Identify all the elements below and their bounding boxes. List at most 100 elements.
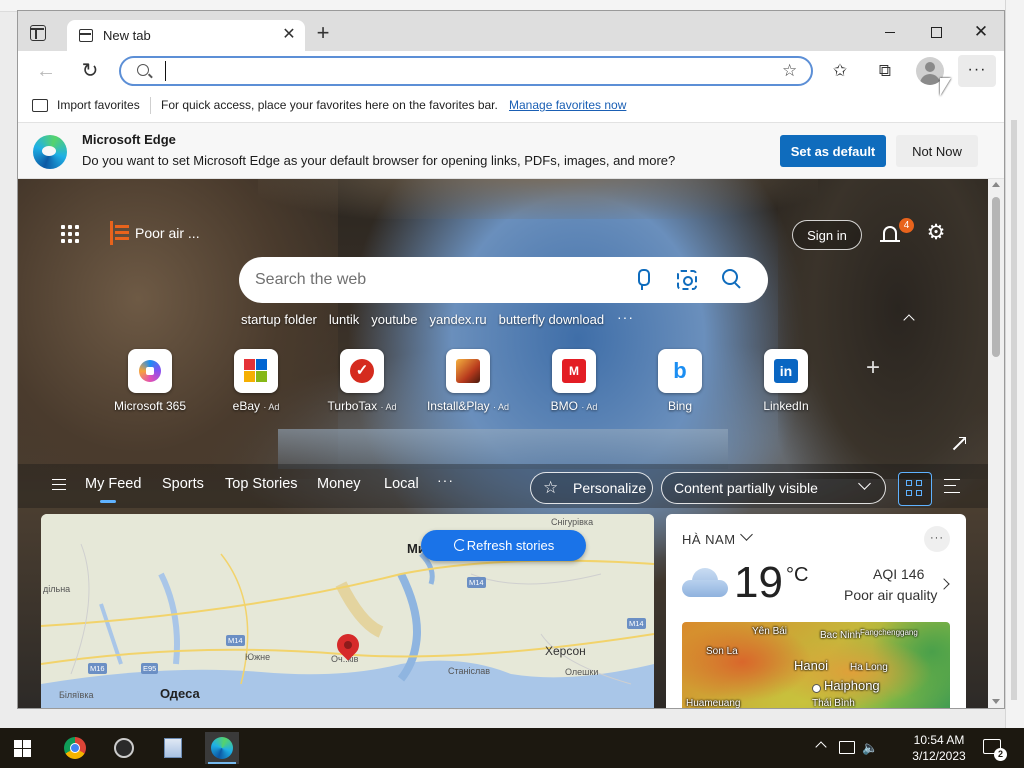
more-recent-searches-icon[interactable]: ···: [617, 309, 634, 325]
tab-new-tab[interactable]: New tab ✕: [67, 20, 305, 51]
microphone-icon[interactable]: [634, 269, 652, 291]
weather-map[interactable]: Yên Bái Bac Ninh Fangchenggang Son La Ha…: [682, 622, 950, 709]
favorites-icon[interactable]: ✩: [828, 59, 852, 83]
chevron-right-icon[interactable]: [938, 578, 950, 590]
settings-more-icon[interactable]: ···: [958, 55, 996, 87]
quick-link-label: LinkedIn: [763, 399, 809, 413]
minimize-icon[interactable]: [875, 21, 905, 43]
manage-favorites-link[interactable]: Manage favorites now: [509, 98, 626, 112]
recent-search-item[interactable]: butterfly download: [499, 312, 605, 332]
system-clock[interactable]: 10:54 AM 3/12/2023: [908, 732, 970, 764]
quick-link-label: Install&Play: [426, 399, 490, 413]
weather-map-label: Bac Ninh: [820, 630, 861, 641]
temperature: 19: [734, 558, 783, 607]
feed-navigation: My Feed Sports Top Stories Money Local ·…: [18, 464, 988, 508]
tab-sports[interactable]: Sports: [162, 476, 204, 492]
volume-icon[interactable]: 🔈: [862, 740, 878, 756]
weather-map-label: Son La: [706, 646, 738, 657]
quick-link-bmo[interactable]: M BMO · Ad: [524, 349, 624, 413]
import-favorites-icon[interactable]: [32, 99, 48, 112]
ad-badge: · Ad: [263, 402, 280, 412]
more-tabs-icon[interactable]: ···: [437, 472, 454, 488]
recent-search-item[interactable]: youtube: [371, 312, 417, 332]
expand-background-icon[interactable]: [951, 437, 966, 451]
web-search-input[interactable]: [255, 269, 615, 291]
weather-map-label: Fangchenggang: [860, 628, 918, 637]
refresh-stories-label: Refresh stories: [466, 538, 555, 553]
content-visibility-dropdown[interactable]: Content partially visible: [661, 472, 886, 504]
app-launcher-icon[interactable]: [61, 225, 79, 243]
file-explorer-icon[interactable]: [156, 732, 190, 764]
weather-location[interactable]: HÀ NAM: [682, 532, 736, 547]
chrome-icon[interactable]: [58, 732, 92, 764]
list-layout-icon[interactable]: [944, 479, 960, 493]
search-icon[interactable]: [722, 269, 742, 289]
close-window-icon[interactable]: ✕: [966, 21, 996, 43]
refresh-stories-button[interactable]: Refresh stories: [421, 530, 586, 561]
infobar-title: Microsoft Edge: [82, 132, 176, 147]
quick-link-install-play[interactable]: Install&Play · Ad: [418, 349, 518, 413]
grid-layout-icon[interactable]: [898, 472, 932, 506]
quick-link-microsoft-365[interactable]: Microsoft 365: [100, 349, 200, 413]
obs-icon[interactable]: [107, 732, 141, 764]
quick-link-linkedin[interactable]: in LinkedIn: [736, 349, 836, 413]
new-tab-plus-icon[interactable]: +: [312, 22, 334, 45]
tab-actions-icon[interactable]: [30, 25, 46, 41]
tab-top-stories[interactable]: Top Stories: [225, 476, 298, 492]
scroll-down-icon[interactable]: [992, 699, 1000, 704]
address-bar[interactable]: ☆: [119, 56, 813, 86]
quick-link-ebay[interactable]: eBay · Ad: [206, 349, 306, 413]
content-visibility-label: Content partially visible: [674, 480, 818, 496]
page-scrollbar[interactable]: [988, 179, 1004, 708]
network-icon[interactable]: [839, 741, 855, 754]
map-label: Біляївка: [59, 690, 94, 700]
personalize-label: Personalize: [573, 480, 647, 496]
feed-menu-icon[interactable]: [52, 479, 66, 490]
back-arrow-icon[interactable]: ←: [34, 59, 58, 83]
refresh-icon[interactable]: ↻: [78, 59, 102, 83]
chevron-down-icon[interactable]: [740, 528, 753, 541]
weather-card[interactable]: HÀ NAM ··· 19 °C AQI 146 Poor air qualit…: [666, 514, 966, 709]
collections-icon[interactable]: ⧉: [873, 59, 897, 83]
tab-my-feed[interactable]: My Feed: [85, 476, 141, 503]
refresh-icon: [454, 539, 466, 551]
windows-start-icon[interactable]: [14, 740, 31, 757]
personalize-button[interactable]: ☆ Personalize: [530, 472, 653, 504]
recent-search-item[interactable]: startup folder: [241, 312, 317, 332]
tab-money[interactable]: Money: [317, 476, 361, 492]
quick-link-turbotax[interactable]: ✓ TurboTax · Ad: [312, 349, 412, 413]
recent-search-item[interactable]: luntik: [329, 312, 359, 332]
close-tab-icon[interactable]: ✕: [279, 25, 299, 45]
map-label: Олешки: [565, 667, 599, 677]
not-now-button[interactable]: Not Now: [896, 135, 978, 167]
add-quick-link-icon[interactable]: +: [863, 356, 883, 380]
edge-icon[interactable]: [205, 732, 239, 764]
scroll-thumb[interactable]: [992, 197, 1000, 357]
tab-title: New tab: [103, 28, 151, 43]
maximize-icon[interactable]: [921, 21, 951, 43]
more-options-icon[interactable]: ···: [924, 526, 950, 552]
address-input[interactable]: [165, 61, 725, 81]
quick-link-label: BMO: [550, 399, 578, 413]
visual-search-icon[interactable]: [677, 270, 697, 290]
chevron-up-icon[interactable]: [815, 741, 827, 753]
set-as-default-button[interactable]: Set as default: [780, 135, 886, 167]
gear-icon[interactable]: ⚙: [925, 222, 947, 244]
chevron-up-icon[interactable]: [902, 311, 916, 325]
chevron-down-icon: [858, 477, 871, 490]
map-news-card[interactable]: Снігурівка Ми дільна Южне Одеса Біляївка…: [41, 514, 654, 708]
quick-link-bing[interactable]: b Bing: [630, 349, 730, 413]
import-favorites-button[interactable]: Import favorites: [57, 98, 140, 112]
web-search-box[interactable]: [239, 257, 768, 303]
add-favorite-icon[interactable]: ☆: [782, 61, 797, 81]
air-quality-icon[interactable]: [110, 221, 129, 245]
sign-in-button[interactable]: Sign in: [792, 220, 862, 250]
weather-map-label: Thái Bình: [812, 698, 855, 709]
scroll-up-icon[interactable]: [992, 182, 1000, 187]
bing-icon: b: [673, 358, 687, 383]
background-scrollbar: [1010, 120, 1020, 700]
recent-search-item[interactable]: yandex.ru: [430, 312, 487, 332]
tab-local[interactable]: Local: [384, 476, 419, 492]
temperature-unit[interactable]: °C: [786, 564, 808, 587]
air-quality-label[interactable]: Poor air ...: [135, 225, 200, 241]
